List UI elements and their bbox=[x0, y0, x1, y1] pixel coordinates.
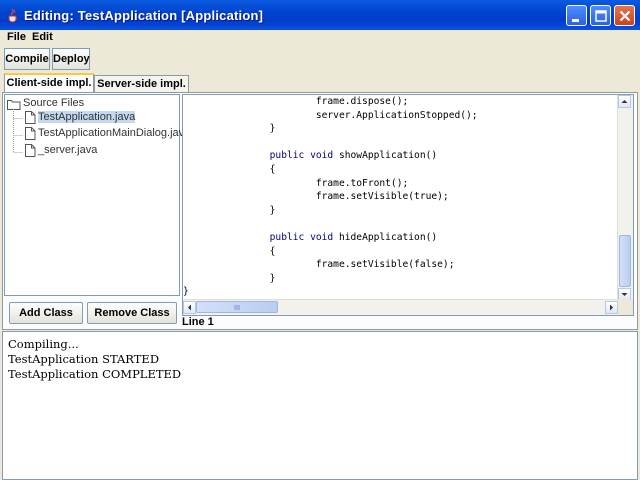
console-line: TestApplication COMPLETED bbox=[8, 367, 182, 381]
java-cup-icon bbox=[8, 8, 18, 23]
console-line: TestApplication STARTED bbox=[8, 352, 160, 366]
scroll-up-button[interactable] bbox=[618, 95, 631, 108]
close-icon bbox=[619, 10, 631, 22]
grip-icon bbox=[234, 305, 240, 310]
title-bar: Editing: TestApplication [Application] bbox=[0, 0, 640, 30]
arrow-down-icon bbox=[621, 293, 628, 296]
horizontal-scroll-thumb[interactable] bbox=[196, 301, 278, 313]
file-icon bbox=[25, 144, 36, 157]
deploy-button[interactable]: Deploy bbox=[52, 48, 90, 70]
console-line: Compiling... bbox=[8, 337, 79, 351]
arrow-up-icon bbox=[621, 100, 628, 103]
menu-bar: File Edit bbox=[0, 30, 640, 46]
source-file-tree[interactable]: Source Files TestApplication.java TestAp… bbox=[4, 94, 190, 296]
code-line: frame.dispose(); bbox=[183, 96, 409, 107]
code-line: } bbox=[183, 204, 276, 216]
remove-class-button[interactable]: Remove Class bbox=[87, 302, 177, 324]
code-line: frame.setVisible(false); bbox=[183, 259, 455, 271]
toolbar: Compile Deploy bbox=[0, 46, 640, 73]
vertical-scroll-thumb[interactable] bbox=[619, 235, 631, 287]
code-line: public void showApplication() bbox=[269, 150, 438, 162]
code-line: } bbox=[183, 272, 276, 284]
code-line: } bbox=[183, 123, 276, 135]
close-button[interactable] bbox=[614, 5, 635, 26]
tree-root-source-files[interactable]: Source Files bbox=[23, 97, 84, 109]
code-line: { bbox=[183, 164, 276, 175]
scroll-corner bbox=[618, 300, 633, 315]
add-class-button[interactable]: Add Class bbox=[9, 302, 83, 324]
code-line: frame.toFront(); bbox=[183, 177, 409, 189]
vertical-scrollbar[interactable] bbox=[617, 95, 633, 301]
code-line: } bbox=[183, 286, 189, 298]
file-icon bbox=[25, 111, 36, 124]
minimize-button[interactable] bbox=[566, 5, 587, 26]
arrow-left-icon bbox=[188, 304, 191, 311]
window-title: Editing: TestApplication [Application] bbox=[24, 8, 264, 23]
code-line: frame.setVisible(true); bbox=[183, 191, 449, 203]
scroll-right-button[interactable] bbox=[605, 301, 618, 314]
menu-edit[interactable]: Edit bbox=[32, 31, 53, 43]
menu-file[interactable]: File bbox=[7, 31, 26, 43]
maximize-icon bbox=[595, 10, 607, 22]
code-editor[interactable]: frame.dispose(); server.ApplicationStopp… bbox=[182, 94, 634, 316]
cursor-position-status: Line 1 bbox=[182, 316, 214, 328]
output-console[interactable]: Compiling... TestApplication STARTED Tes… bbox=[2, 331, 638, 480]
maximize-button[interactable] bbox=[590, 5, 611, 26]
file-icon bbox=[25, 127, 36, 140]
tab-client-side[interactable]: Client-side impl. bbox=[4, 73, 94, 93]
code-line: { bbox=[183, 245, 276, 257]
code-line: public void hideApplication() bbox=[269, 232, 438, 243]
minimize-icon bbox=[572, 19, 579, 22]
tree-file-maindialog[interactable]: TestApplicationMainDialog.java bbox=[38, 127, 190, 139]
tree-file-testapplication[interactable]: TestApplication.java bbox=[38, 111, 136, 123]
code-line: server.ApplicationStopped(); bbox=[183, 109, 478, 121]
compile-button[interactable]: Compile bbox=[4, 48, 50, 70]
arrow-right-icon bbox=[610, 304, 613, 311]
tab-server-side[interactable]: Server-side impl. bbox=[94, 75, 189, 93]
scroll-left-button[interactable] bbox=[183, 301, 196, 314]
tab-strip: Client-side impl. Server-side impl. bbox=[0, 73, 640, 93]
tree-file-server[interactable]: _server.java bbox=[38, 144, 97, 156]
horizontal-scrollbar[interactable] bbox=[183, 299, 619, 315]
